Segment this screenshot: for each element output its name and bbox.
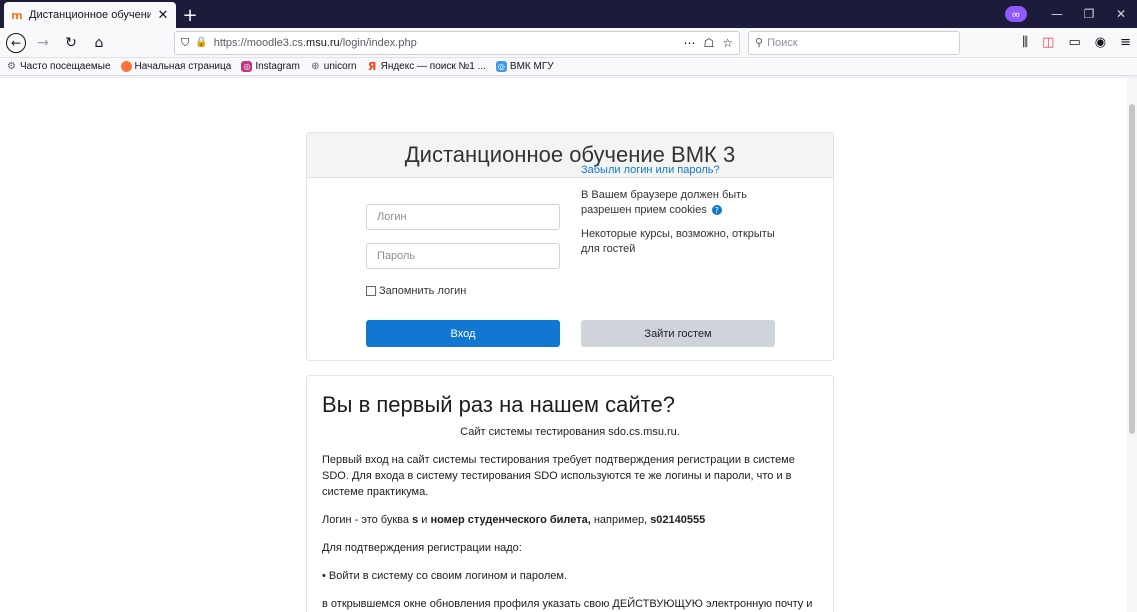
forward-arrow-icon[interactable]: → [32, 32, 54, 54]
account-icon[interactable]: ◉ [1095, 35, 1106, 50]
close-window-icon[interactable]: ✕ [1105, 7, 1137, 21]
info-paragraph: в открывшемся окне обновления профиля ук… [322, 598, 813, 610]
private-mask-icon[interactable]: ∞ [1005, 6, 1027, 22]
search-icon: ⚲ [755, 36, 764, 49]
login-info-column: Забыли логин или пароль? В Вашем браузер… [581, 163, 781, 266]
info-bullet: • Войти в систему со своим логином и пар… [322, 570, 568, 582]
library-icon[interactable]: ⫼ [1022, 35, 1028, 50]
remember-checkbox[interactable] [366, 286, 376, 296]
tab-bar: m Дистанционное обучение ВМК ✕ + ∞ — ❐ ✕ [0, 0, 1137, 28]
window-controls: ∞ — ❐ ✕ [1005, 0, 1137, 28]
sidebar-icon[interactable]: ▭ [1068, 35, 1080, 50]
login-card: Дистанционное обучение ВМК 3 Логин Парол… [306, 132, 834, 361]
pocket-toolbar-icon[interactable]: ◫ [1042, 35, 1054, 50]
password-input[interactable]: Пароль [366, 243, 560, 269]
remember-login[interactable]: Запомнить логин [366, 285, 466, 297]
page-actions-icon[interactable]: ⋯ [683, 36, 695, 50]
bookmark-item[interactable]: ⊕ unicorn [310, 61, 357, 72]
info-paragraph: Для подтверждения регистрации надо: [322, 542, 522, 554]
minimize-icon[interactable]: — [1041, 7, 1073, 21]
toolbar-right: ⫼ ◫ ▭ ◉ ≡ [1022, 35, 1131, 50]
tab-title: Дистанционное обучение ВМК [29, 9, 151, 21]
restore-icon[interactable]: ❐ [1073, 7, 1105, 21]
bookmark-item[interactable]: Начальная страница [120, 61, 231, 72]
reload-icon[interactable]: ↻ [60, 32, 82, 54]
home-icon[interactable]: ⌂ [88, 32, 110, 54]
padlock-icon[interactable]: 🔒 [195, 37, 207, 48]
address-bar[interactable]: ⛉ 🔒 https://moodle3.cs.msu.ru/login/inde… [174, 30, 740, 55]
bookmark-item[interactable]: Я Яндекс — поиск №1 ... [367, 60, 486, 73]
cookies-notice: В Вашем браузере должен быть разрешен пр… [581, 189, 747, 216]
info-subtitle: Сайт системы тестирования sdo.cs.msu.ru. [460, 426, 680, 438]
page-scrollbar[interactable] [1127, 78, 1137, 612]
search-bar[interactable]: ⚲ Поиск [748, 30, 960, 55]
moodle-favicon-icon: m [11, 8, 23, 22]
info-paragraph: Первый вход на сайт системы тестирования… [322, 454, 795, 498]
yandex-icon: Я [367, 60, 377, 73]
bookmarks-toolbar: ⚙ Часто посещаемые Начальная страница ◎ In… [0, 58, 1137, 76]
remember-label: Запомнить логин [379, 285, 467, 297]
bookmark-item[interactable]: ⚙ Часто посещаемые [6, 61, 111, 72]
search-placeholder: Поиск [767, 36, 798, 49]
new-tab-button[interactable]: + [176, 2, 204, 28]
bookmark-item[interactable]: ◎ ВМК МГУ [495, 61, 554, 72]
scrollbar-thumb[interactable] [1129, 104, 1135, 434]
gear-icon: ⚙ [7, 61, 16, 72]
menu-icon[interactable]: ≡ [1120, 35, 1131, 50]
guest-notice: Некоторые курсы, возможно, открыты для г… [581, 228, 775, 255]
first-time-card: Вы в первый раз на нашем сайте? Сайт сис… [306, 375, 834, 612]
username-placeholder: Логин [377, 211, 407, 223]
password-placeholder: Пароль [377, 250, 416, 262]
url-text[interactable]: https://moodle3.cs.msu.ru/login/index.ph… [214, 37, 678, 49]
close-tab-icon[interactable]: ✕ [156, 8, 170, 23]
firefox-icon [120, 61, 132, 72]
vmk-icon: ◎ [495, 61, 507, 72]
browser-tab-active[interactable]: m Дистанционное обучение ВМК ✕ [4, 2, 176, 28]
pocket-icon[interactable]: ☖ [703, 36, 714, 50]
login-button[interactable]: Вход [366, 320, 560, 347]
globe-icon: ⊕ [311, 61, 320, 72]
guest-login-button[interactable]: Зайти гостем [581, 320, 775, 347]
info-title: Вы в первый раз на нашем сайте? [322, 392, 675, 417]
navigation-toolbar: ← → ↻ ⌂ ⛉ 🔒 https://moodle3.cs.msu.ru/lo… [0, 28, 1137, 58]
tracking-shield-icon[interactable]: ⛉ [181, 36, 189, 50]
bookmark-item[interactable]: ◎ Instagram [241, 61, 300, 72]
login-format-paragraph: Логин - это буква s и номер студенческог… [322, 514, 706, 526]
instagram-icon: ◎ [241, 61, 253, 72]
username-input[interactable]: Логин [366, 204, 560, 230]
help-icon[interactable]: ? [711, 205, 722, 216]
page-viewport: Дистанционное обучение ВМК 3 Логин Парол… [0, 78, 1137, 612]
forgot-password-link[interactable]: Забыли логин или пароль? [581, 163, 781, 178]
bookmark-star-icon[interactable]: ☆ [722, 36, 733, 50]
back-arrow-icon[interactable]: ← [6, 32, 26, 53]
